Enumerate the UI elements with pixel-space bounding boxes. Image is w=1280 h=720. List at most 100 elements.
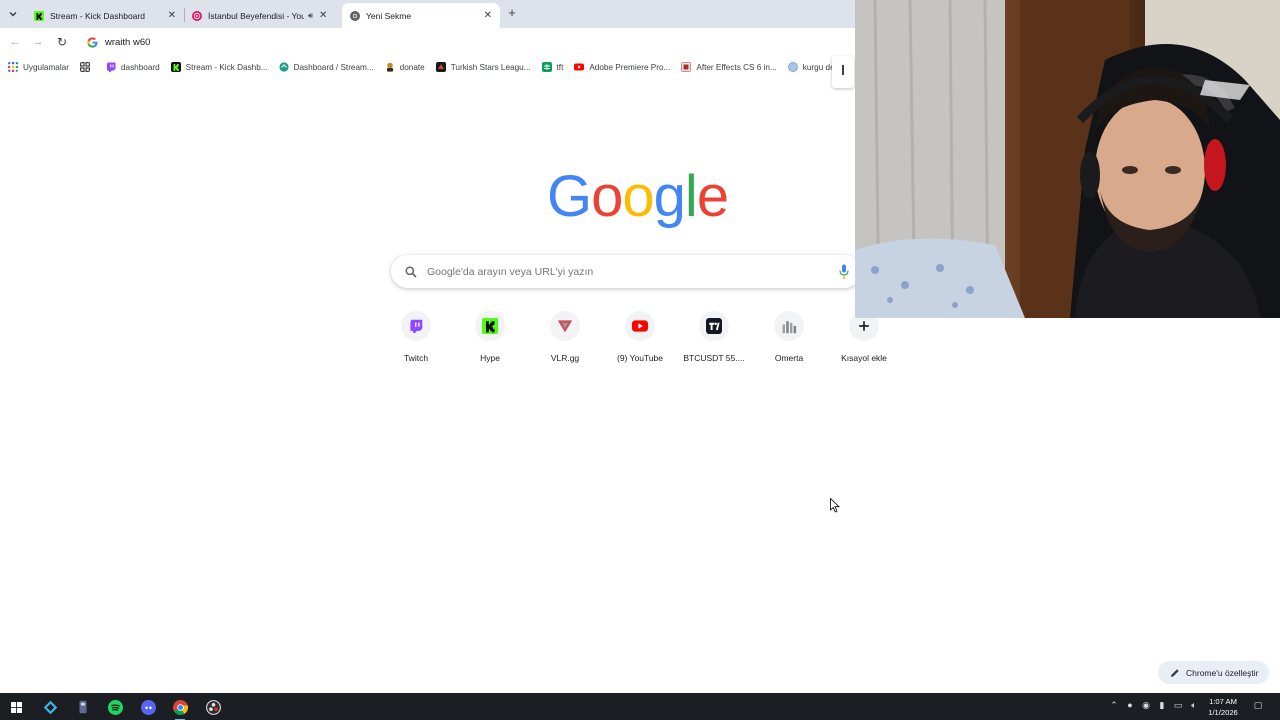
chrome-icon[interactable] (170, 697, 190, 720)
obs-icon[interactable] (203, 697, 223, 717)
shortcut-hype[interactable]: Hype (454, 311, 526, 371)
shortcut-label: BTCUSDT 55.... (683, 353, 745, 363)
vlr-icon (557, 320, 573, 333)
shortcut-label: Twitch (403, 353, 429, 363)
league-icon (435, 62, 446, 72)
tab-kick-dashboard[interactable]: Stream - Kick Dashboard ✕ (26, 3, 184, 28)
bookmarks-overflow-popup[interactable] (832, 56, 854, 88)
shortcut-icon-circle (401, 311, 431, 341)
bookmark-dashboard[interactable]: dashboard (106, 62, 160, 72)
bookmark-dashboard-stream[interactable]: Dashboard / Stream... (278, 62, 374, 72)
tab-label: İstanbul Beyefendisi - YouTube (208, 10, 304, 21)
dashboard-icon (278, 62, 289, 72)
discord-tray-icon[interactable]: ● (1123, 700, 1137, 710)
bookmark-grid[interactable] (79, 62, 95, 72)
shortcut-twitch[interactable]: Twitch (380, 311, 452, 371)
bookmark-kick-dashboard[interactable]: Stream - Kick Dashb... (170, 62, 268, 72)
logo-letter: G (547, 164, 592, 229)
bookmark-label: Stream - Kick Dashb... (185, 62, 268, 72)
close-tab-icon[interactable]: ✕ (484, 10, 492, 21)
notification-icon[interactable]: ▢ (1251, 700, 1265, 711)
bookmark-label: After Effects CS 6 in... (696, 62, 777, 72)
new-tab-button[interactable]: + (504, 5, 520, 21)
tab-yeni-sekme[interactable]: Yeni Sekme ✕ (342, 3, 500, 28)
search-icon (405, 265, 417, 278)
bookmark-label: donate (399, 62, 425, 72)
volume-icon[interactable]: 🔈︎ (1187, 700, 1201, 711)
address-bar[interactable]: wraith w60 (80, 31, 880, 54)
logo-letter: o (591, 164, 623, 229)
close-tab-icon[interactable]: ✕ (168, 10, 176, 21)
shortcut-label: Kısayol ekle (841, 353, 887, 363)
close-tab-icon[interactable]: ✕ (319, 10, 327, 21)
bookmark-label: Adobe Premiere Pro... (589, 62, 671, 72)
sheets-icon (541, 62, 552, 72)
bookmark-label: Dashboard / Stream... (293, 62, 374, 72)
shortcut-icon-circle (699, 311, 729, 341)
youtube-icon (574, 63, 585, 71)
logo-letter: e (696, 164, 729, 229)
tray-chevron-up-icon[interactable]: ⌃ (1107, 700, 1121, 711)
customize-chrome-button[interactable]: Chrome'u özelleştir (1158, 661, 1269, 684)
discord-icon[interactable] (138, 697, 158, 717)
shortcut-label: VLR.gg (550, 353, 580, 363)
shortcut-icon-circle (774, 311, 804, 341)
windows-start-icon[interactable] (6, 697, 26, 717)
bookmark-donate[interactable]: donate (385, 62, 425, 72)
shortcut-add[interactable]: Kısayol ekle (828, 311, 900, 371)
bookmark-adobe-premiere[interactable]: Adobe Premiere Pro... (574, 62, 670, 72)
apps-grid-icon (8, 62, 18, 72)
reload-icon[interactable]: ↻ (54, 34, 70, 50)
film-icon (681, 62, 692, 72)
back-arrow-icon[interactable]: ← (7, 34, 23, 50)
customize-chrome-label: Chrome'u özelleştir (1186, 667, 1259, 678)
bookmark-after-effects[interactable]: After Effects CS 6 in... (681, 62, 777, 72)
shortcut-icon-circle (475, 311, 505, 341)
steam-tray-icon[interactable]: ◉ (1139, 700, 1153, 711)
clock-time: 1:07 AM (1209, 697, 1237, 706)
google-search-box[interactable] (391, 255, 861, 288)
shortcut-icon-circle (550, 311, 580, 341)
network-icon[interactable]: ▭ (1171, 700, 1185, 711)
microphone-tray-icon[interactable]: ▮ (1155, 700, 1169, 711)
forward-arrow-icon[interactable]: → (30, 34, 46, 50)
shortcut-vlr[interactable]: VLR.gg (529, 311, 601, 371)
shortcut-btcusdt[interactable]: BTCUSDT 55.... (678, 311, 750, 371)
webcam-overlay (855, 0, 1280, 318)
taskbar-clock[interactable]: 1:07 AM 1/1/2026 (1200, 696, 1246, 718)
search-input[interactable] (427, 265, 807, 278)
speaker-icon[interactable]: 🔊︎ (308, 11, 313, 21)
app-icon[interactable] (73, 697, 93, 717)
tab-label: Yeni Sekme (366, 10, 412, 21)
kick-icon (170, 62, 181, 72)
twitch-icon (106, 62, 116, 72)
omerta-icon (782, 321, 797, 334)
shortcut-youtube[interactable]: (9) YouTube (604, 311, 676, 371)
donate-icon (386, 62, 393, 72)
bookmark-label: tft (556, 62, 564, 72)
shortcut-icon-circle (625, 311, 655, 341)
microphone-icon[interactable] (839, 264, 849, 279)
bookmark-label: Turkish Stars Leagu... (450, 62, 531, 72)
tab-istanbul-beyefendisi[interactable]: İstanbul Beyefendisi - YouTube 🔊︎ ✕ (184, 3, 342, 28)
chrome-icon (350, 10, 360, 21)
tab-search-chevron-icon[interactable] (4, 5, 22, 23)
pencil-icon (1171, 668, 1179, 677)
globe-icon (787, 62, 798, 72)
shortcut-label: Hype (480, 353, 500, 363)
youtube-music-icon (192, 10, 202, 21)
screen: Stream - Kick Dashboard ✕ İstanbul Beyef… (0, 0, 1280, 720)
google-g-icon (87, 37, 98, 48)
logo-letter: g (653, 164, 686, 229)
bookmark-tft[interactable]: tft (541, 62, 564, 72)
windows-taskbar: ⌃ ● ◉ ▮ ▭ 🔈︎ 1:07 AM 1/1/2026 ▢ (0, 693, 1280, 720)
kodi-icon[interactable] (40, 697, 60, 717)
tradingview-icon (706, 318, 722, 334)
shortcut-omerta[interactable]: Omerta (753, 311, 825, 371)
bookmark-label: Uygulamalar (23, 62, 69, 72)
grid-icon (79, 62, 90, 72)
spotify-icon[interactable] (105, 697, 125, 717)
tab-label: Stream - Kick Dashboard (50, 10, 145, 21)
bookmark-turkish-stars[interactable]: Turkish Stars Leagu... (435, 62, 531, 72)
bookmark-apps[interactable]: Uygulamalar (8, 62, 69, 72)
